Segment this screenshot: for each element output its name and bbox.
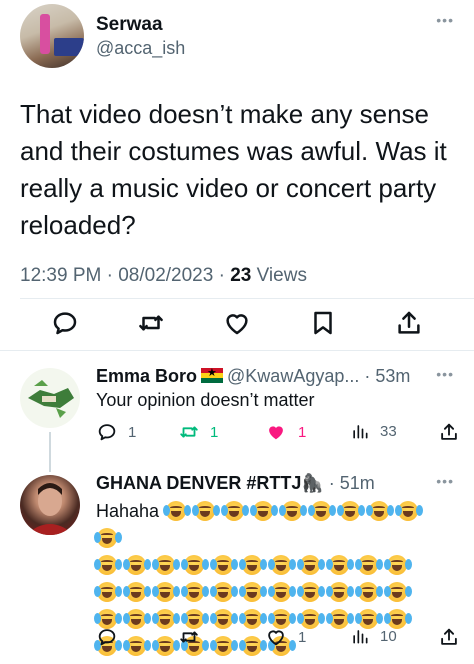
reply-text-word: Hahaha (96, 501, 160, 521)
tweet-text: That video doesn’t make any sense and th… (20, 99, 447, 240)
tears-of-joy-icon (210, 554, 238, 576)
main-tweet: Serwaa @acca_ish ••• That video doesn’t … (0, 0, 474, 350)
author-name[interactable]: GHANA DENVER #RTTJ🦍 · 51m (96, 473, 375, 494)
tears-of-joy-icon (268, 554, 296, 576)
avatar[interactable] (20, 475, 80, 535)
author-name[interactable]: Emma Boro @KwawAgyap... · 53m (96, 366, 410, 387)
tears-of-joy-icon (308, 500, 337, 522)
author-name-text: GHANA DENVER #RTTJ (96, 473, 302, 493)
reply-icon (98, 629, 116, 646)
tears-of-joy-icon (326, 581, 354, 603)
reply-text: Your opinion doesn’t matter (96, 390, 315, 410)
tears-of-joy-icon (152, 581, 180, 603)
tears-of-joy-icon (94, 581, 122, 603)
retweet-button[interactable] (178, 626, 200, 648)
share-icon (441, 628, 457, 645)
reply-count: 1 (128, 423, 137, 441)
retweet-button[interactable]: 1 (178, 421, 218, 443)
author-handle[interactable]: @KwawAgyap... · 53m (227, 366, 410, 386)
avatar[interactable] (20, 368, 80, 428)
tears-of-joy-icon (123, 581, 151, 603)
tears-of-joy-icon (221, 500, 250, 522)
tears-of-joy-icon (152, 554, 180, 576)
reply-button[interactable] (96, 626, 118, 648)
ghana-flag-icon (201, 366, 224, 383)
tweet-meta: 12:39 PM · 08/02/2023 · 23 Views (20, 265, 307, 287)
reply-button[interactable]: 1 (96, 421, 136, 443)
like-icon[interactable] (222, 308, 252, 338)
avatar-background (54, 38, 84, 56)
views-icon (353, 630, 368, 644)
tears-of-joy-icon (163, 500, 192, 522)
views-count: 10 (380, 627, 397, 645)
reply-actions: 1 1 1 33 (96, 421, 466, 447)
author-handle[interactable]: · 51m (324, 473, 375, 493)
tears-of-joy-icon (239, 581, 267, 603)
tears-of-joy-icon (239, 554, 267, 576)
tears-of-joy-icon (355, 581, 383, 603)
tears-of-joy-icon (366, 500, 395, 522)
author-handle[interactable]: @acca_ish (96, 38, 185, 59)
tears-of-joy-icon (181, 554, 209, 576)
tears-of-joy-icon (210, 581, 238, 603)
views-count: 23 (230, 265, 252, 286)
retweet-icon (180, 631, 198, 643)
tears-of-joy-icon (326, 554, 354, 576)
reply-tweet: Emma Boro @KwawAgyap... · 53m ••• Your op… (0, 358, 474, 473)
more-options-icon[interactable]: ••• (436, 12, 454, 28)
like-count: 1 (298, 423, 307, 441)
reply-actions: 1 10 (96, 626, 466, 652)
share-icon (441, 423, 457, 440)
tears-of-joy-icon (268, 581, 296, 603)
tears-of-joy-icon (250, 500, 279, 522)
retweet-count: 1 (210, 423, 219, 441)
share-icon[interactable] (394, 308, 424, 338)
tears-of-joy-icon (355, 554, 383, 576)
reply-icon[interactable] (50, 308, 80, 338)
more-options-icon[interactable]: ••• (436, 473, 454, 489)
heart-icon (268, 630, 284, 646)
bookmark-icon[interactable] (308, 308, 338, 338)
tweet-actions (0, 306, 474, 342)
tears-of-joy-icon (181, 581, 209, 603)
views-button[interactable]: 33 (350, 421, 397, 441)
heart-filled-icon (269, 426, 283, 440)
avatar[interactable] (20, 4, 84, 68)
tears-of-joy-icon (123, 554, 151, 576)
tears-of-joy-icon (384, 554, 412, 576)
gorilla-icon: 🦍 (301, 473, 324, 493)
tears-of-joy-icon (297, 581, 325, 603)
retweet-icon[interactable] (136, 308, 166, 338)
like-count: 1 (298, 628, 307, 646)
like-button[interactable]: 1 (264, 421, 306, 443)
tears-of-joy-icon (337, 500, 366, 522)
retweet-icon (180, 426, 198, 438)
views-count: 33 (380, 422, 397, 440)
avatar-figure (40, 14, 50, 54)
tears-of-joy-icon (94, 527, 122, 549)
views-button[interactable]: 10 (350, 626, 397, 646)
share-button[interactable] (438, 421, 460, 443)
tears-of-joy-icon (94, 554, 122, 576)
tears-of-joy-icon (297, 554, 325, 576)
tears-of-joy-icon (384, 581, 412, 603)
tears-of-joy-icon (279, 500, 308, 522)
divider (0, 350, 474, 351)
like-button[interactable]: 1 (264, 626, 306, 648)
tears-of-joy-icon (395, 500, 424, 522)
reply-icon (98, 424, 116, 441)
tears-of-joy-icon (192, 500, 221, 522)
divider (20, 298, 474, 299)
views-icon (353, 425, 368, 439)
views-label: Views (251, 265, 307, 286)
tweet-timestamp[interactable]: 12:39 PM · 08/02/2023 · (20, 265, 230, 286)
author-name-text: Emma Boro (96, 366, 198, 386)
more-options-icon[interactable]: ••• (436, 366, 454, 382)
share-button[interactable] (438, 626, 460, 648)
author-name[interactable]: Serwaa (96, 14, 163, 36)
